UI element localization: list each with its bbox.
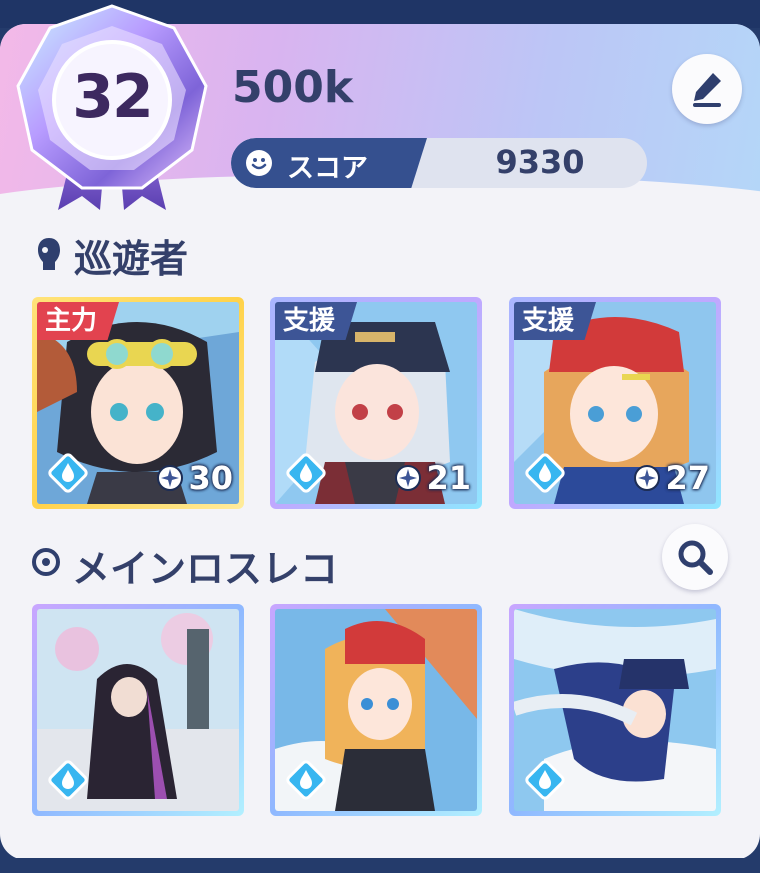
memory-section-title: メインロスレコ: [72, 547, 339, 591]
traveler-card-2[interactable]: 支援 21: [270, 297, 482, 509]
water-drop-icon: [48, 453, 88, 493]
search-button[interactable]: [662, 524, 728, 590]
smile-icon: [246, 150, 272, 176]
water-drop-icon: [48, 760, 88, 800]
pencil-icon: [693, 73, 721, 107]
search-icon: [678, 540, 713, 575]
water-drop-icon: [525, 453, 565, 493]
score-label-bg: スコア: [231, 138, 427, 188]
traveler-level: 30: [156, 458, 233, 498]
traveler-icon: [38, 238, 60, 270]
travelers-section-title: 巡遊者: [74, 237, 189, 281]
memory-card-2[interactable]: [270, 604, 482, 816]
memory-card-3[interactable]: [509, 604, 721, 816]
traveler-card-3[interactable]: 支援 27: [509, 297, 721, 509]
role-tag-support: 支援: [275, 302, 358, 340]
water-drop-icon: [286, 760, 326, 800]
player-level: 32: [72, 62, 154, 132]
star-rank-icon: [634, 465, 661, 491]
edit-profile-button[interactable]: [672, 54, 742, 124]
role-tag-support: 支援: [514, 302, 597, 340]
role-tag-main: 主力: [37, 302, 120, 340]
water-drop-icon: [525, 760, 565, 800]
bottom-bar: [0, 858, 760, 873]
level-badge: 32: [14, 4, 210, 212]
record-icon: [32, 548, 60, 576]
score-label: スコア: [287, 153, 368, 184]
star-rank-icon: [157, 465, 184, 491]
memory-card-1[interactable]: [32, 604, 244, 816]
traveler-level: 27: [633, 458, 710, 498]
water-drop-icon: [286, 453, 326, 493]
player-name: 500k: [232, 62, 354, 113]
score-value: 9330: [495, 143, 585, 181]
traveler-card-1[interactable]: 主力 30: [32, 297, 244, 509]
traveler-level: 21: [394, 458, 471, 498]
star-rank-icon: [395, 465, 422, 491]
